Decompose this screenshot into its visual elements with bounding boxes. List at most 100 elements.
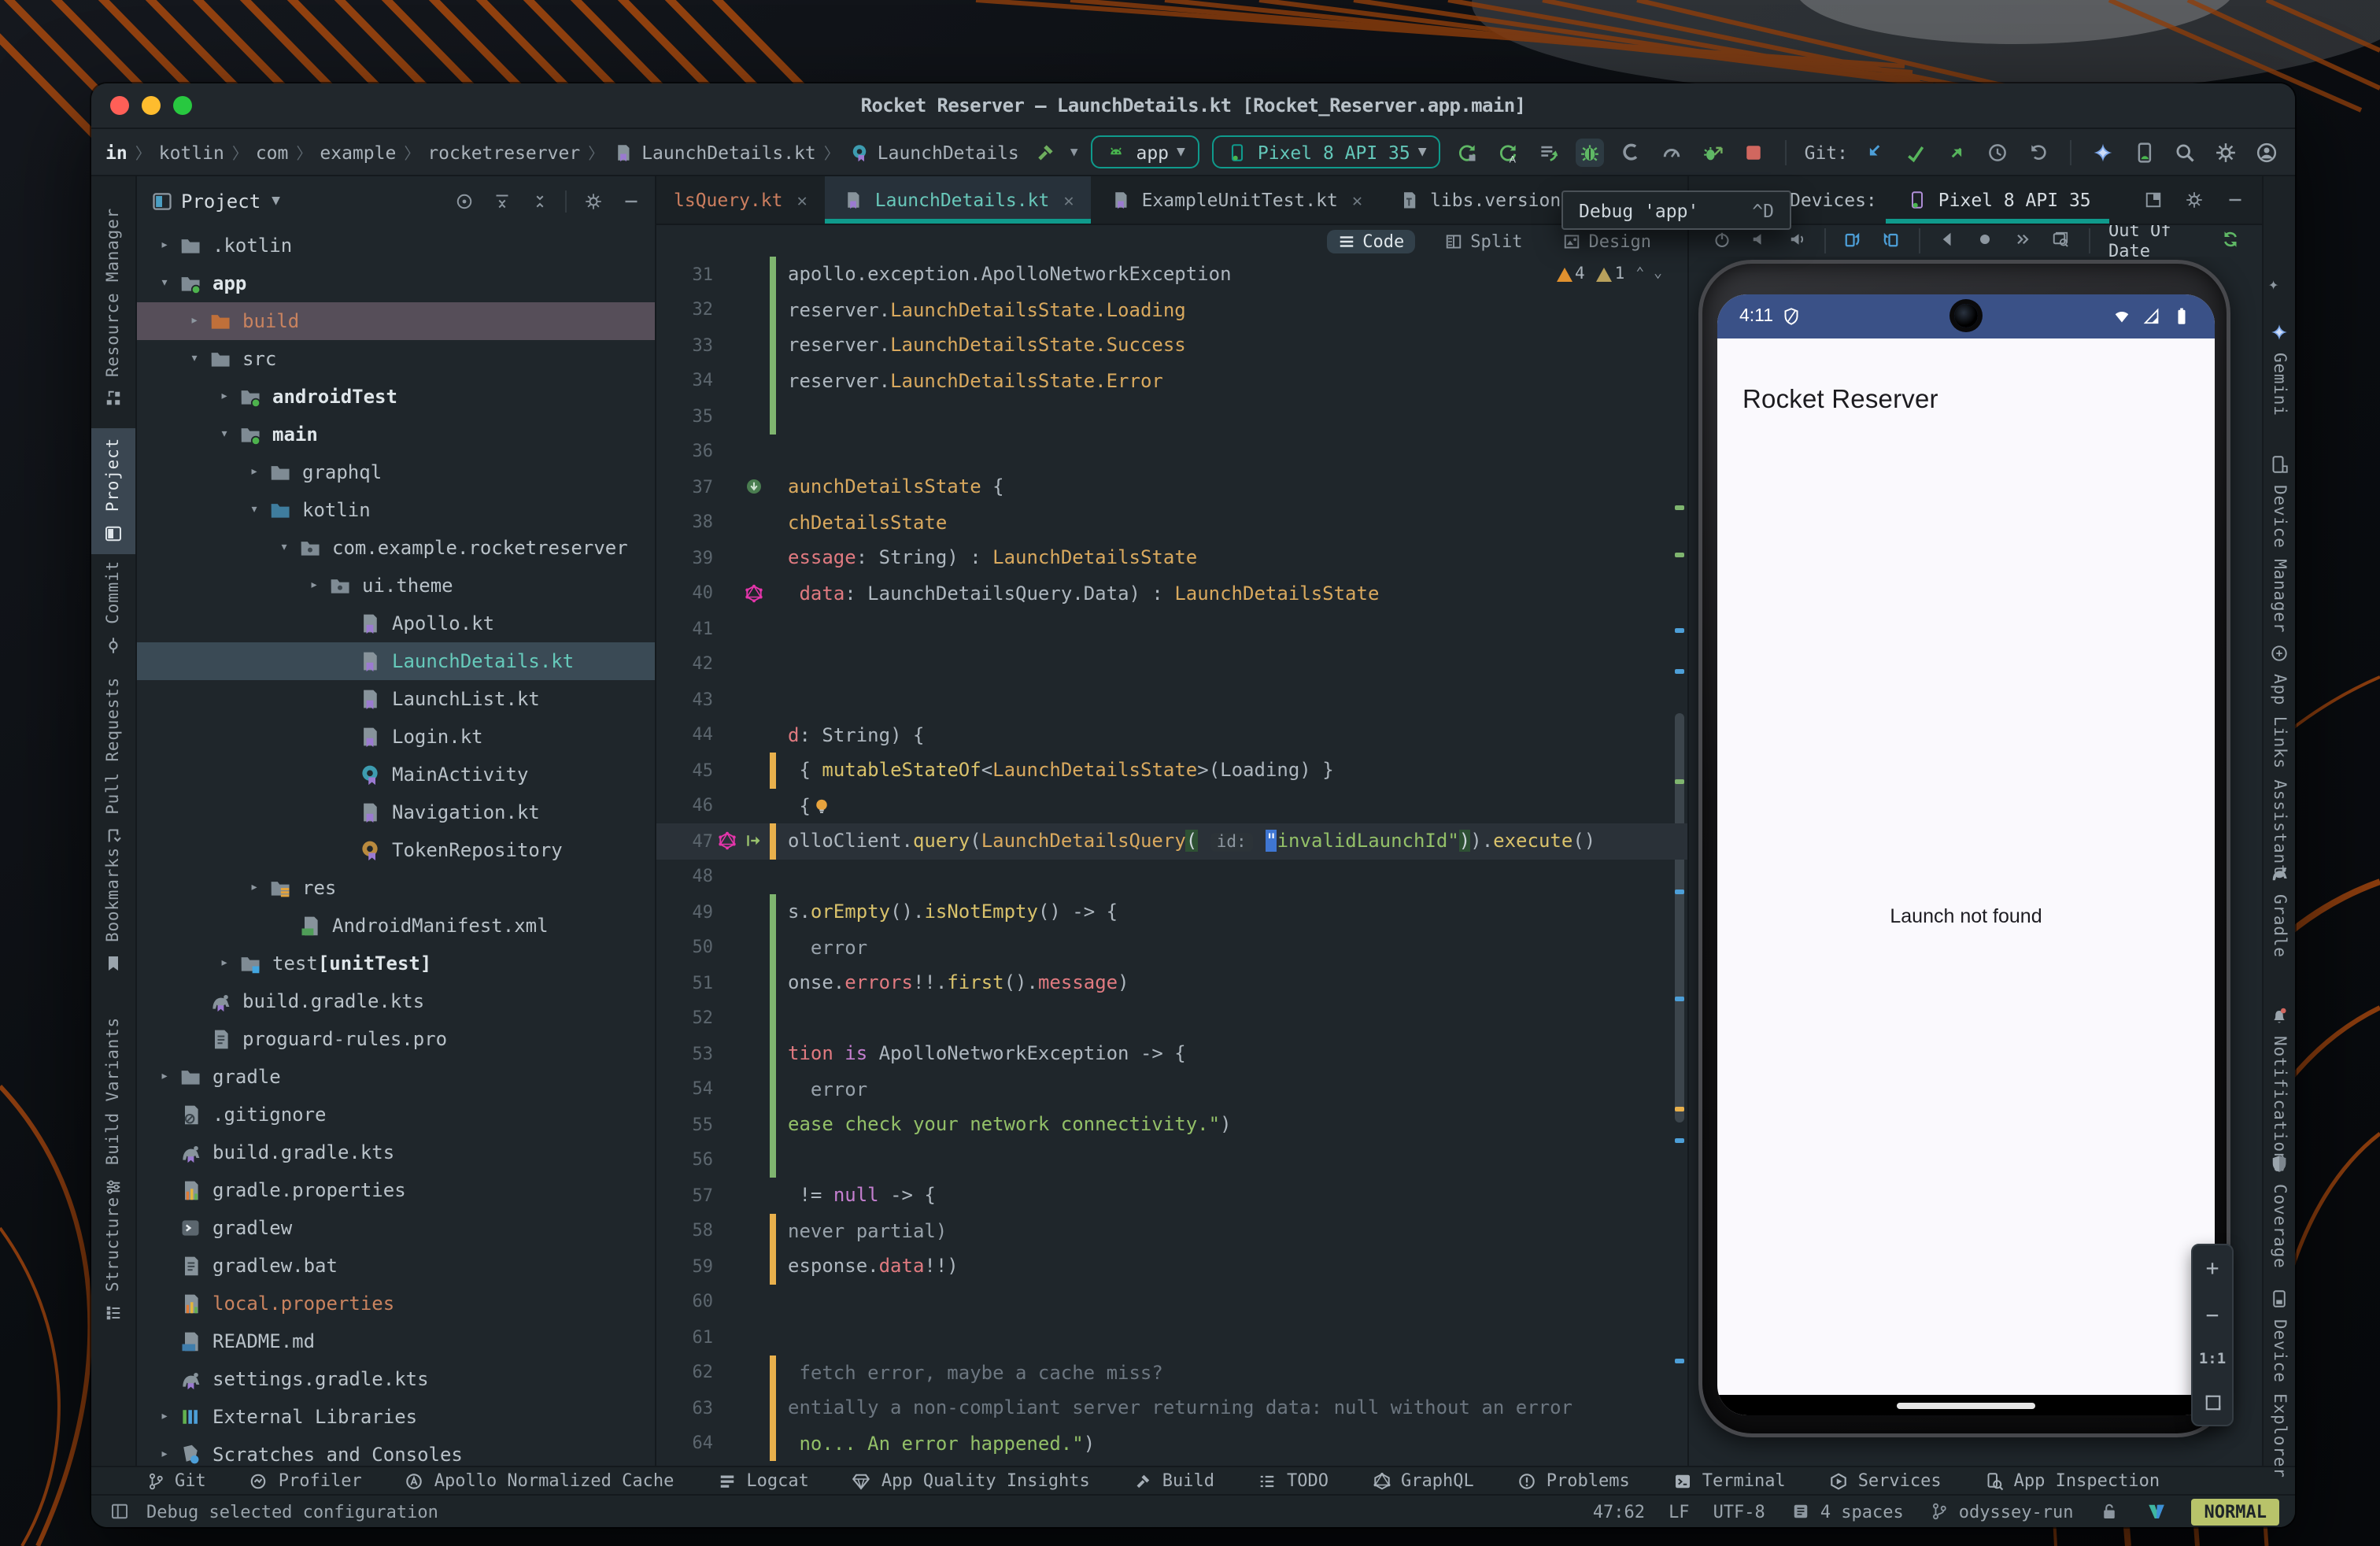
select-opened-file-icon[interactable]	[452, 189, 475, 213]
gemini-button[interactable]	[2089, 138, 2117, 166]
search-button[interactable]	[2171, 138, 2199, 166]
tree-item-gradlew.bat[interactable]: gradlew.bat	[137, 1247, 655, 1285]
project-panel-title[interactable]: Project	[181, 190, 261, 212]
account-button[interactable]	[2252, 138, 2281, 166]
tree-item-build[interactable]: ▸ build	[137, 302, 655, 340]
tree-collapsed-chevron[interactable]: ▸	[153, 1409, 176, 1425]
settings-button[interactable]	[2212, 138, 2240, 166]
options-gear-icon[interactable]	[581, 189, 604, 213]
layout-icon[interactable]	[107, 1500, 131, 1523]
tree-item-androidTest[interactable]: ▸ androidTest	[137, 378, 655, 416]
close-tab-icon[interactable]: ✕	[797, 190, 808, 210]
breadcrumb-item[interactable]: com	[256, 141, 289, 163]
toolwindow-apollo-normalized-cache[interactable]: Apollo Normalized Cache	[403, 1469, 674, 1492]
editor-tab-LaunchDetails.kt[interactable]: LaunchDetails.kt ✕	[824, 176, 1092, 224]
rotate-right-button[interactable]	[1879, 228, 1903, 254]
breadcrumb-item[interactable]: kotlin	[159, 141, 224, 163]
toolwindow-services[interactable]: Services	[1827, 1469, 1942, 1492]
tree-item-settings.gradle.kts[interactable]: settings.gradle.kts	[137, 1360, 655, 1398]
code-editor[interactable]: 4 1 ⌃ ⌄ 31 apollo.exception.ApolloNetwor…	[656, 257, 1687, 1466]
zoom-out-button[interactable]: −	[2206, 1304, 2219, 1329]
screenshot-button[interactable]	[2049, 228, 2072, 254]
tree-expanded-chevron[interactable]: ▾	[153, 276, 176, 291]
tree-item-Apollo.kt[interactable]: Apollo.kt	[137, 605, 655, 642]
tree-item-MainActivity[interactable]: MainActivity	[137, 756, 655, 793]
sync-button[interactable]	[2218, 228, 2241, 254]
stripe-device-manager[interactable]: Device Manager	[2264, 444, 2295, 641]
stripe-gradle[interactable]: Gradle	[2264, 853, 2295, 966]
breadcrumb-item[interactable]: example	[320, 141, 396, 163]
zoom-actual-button[interactable]: 1:1	[2199, 1351, 2226, 1368]
stripe-structure[interactable]: Structure	[91, 1187, 135, 1334]
tree-collapsed-chevron[interactable]: ▸	[302, 578, 326, 594]
stripe-gemini[interactable]: Gemini	[2264, 312, 2295, 424]
phone-screen[interactable]: 4:11 Rocket Reserver Launch not found	[1717, 294, 2215, 1415]
next-warning-icon[interactable]: ⌄	[1654, 266, 1662, 282]
new-window-icon[interactable]	[2141, 188, 2164, 212]
zoom-window-button[interactable]	[173, 96, 192, 115]
tree-item-build.gradle.kts[interactable]: build.gradle.kts	[137, 982, 655, 1020]
tree-item-graphql[interactable]: ▸ graphql	[137, 453, 655, 491]
view-mode-design[interactable]: Design	[1553, 229, 1663, 253]
vim-mode-badge[interactable]: NORMAL	[2191, 1498, 2279, 1525]
tree-item-app[interactable]: ▾ app	[137, 264, 655, 302]
tree-item-test[interactable]: ▸ test [unitTest]	[137, 945, 655, 982]
tree-item-TokenRepository[interactable]: TokenRepository	[137, 831, 655, 869]
profiler-button[interactable]	[1658, 138, 1687, 166]
stripe-project[interactable]: Project	[91, 428, 135, 555]
breadcrumb-item[interactable]: rocketreserver	[427, 141, 580, 163]
stripe-build-variants[interactable]: Build Variants	[91, 1008, 135, 1208]
apply-changes-button[interactable]: A	[1495, 138, 1523, 166]
git-push-button[interactable]	[1942, 138, 1971, 166]
toolwindow-todo[interactable]: TODO	[1255, 1469, 1329, 1492]
editor-tab-ExampleUnitTest.kt[interactable]: ExampleUnitTest.kt ✕	[1092, 176, 1380, 224]
toolwindow-app-quality-insights[interactable]: App Quality Insights	[850, 1469, 1090, 1492]
tree-collapsed-chevron[interactable]: ▸	[213, 389, 236, 405]
tree-item-res[interactable]: ▸ res	[137, 869, 655, 907]
tree-item-gradle[interactable]: ▸ gradle	[137, 1058, 655, 1096]
tree-item-README.md[interactable]: README.md	[137, 1322, 655, 1360]
attach-debugger-button[interactable]	[1699, 138, 1728, 166]
tree-item-gradle.properties[interactable]: gradle.properties	[137, 1171, 655, 1209]
toolwindow-graphql[interactable]: GraphQL	[1369, 1469, 1474, 1492]
tree-expanded-chevron[interactable]: ▾	[183, 351, 206, 367]
toolwindow-profiler[interactable]: Profiler	[247, 1469, 362, 1492]
zoom-in-button[interactable]: +	[2206, 1256, 2219, 1282]
tree-collapsed-chevron[interactable]: ▸	[153, 1447, 176, 1463]
tree-expanded-chevron[interactable]: ▾	[213, 427, 236, 442]
prev-warning-icon[interactable]: ⌃	[1635, 266, 1644, 282]
line-separator[interactable]: LF	[1669, 1501, 1690, 1522]
git-commit-button[interactable]	[1901, 138, 1930, 166]
view-mode-code[interactable]: Code	[1326, 229, 1416, 253]
hide-panel-icon[interactable]	[619, 189, 642, 213]
tree-expanded-chevron[interactable]: ▾	[272, 540, 296, 556]
hide-devices-icon[interactable]	[2223, 188, 2246, 212]
stop-button[interactable]	[1740, 138, 1768, 166]
rotate-left-button[interactable]	[1842, 228, 1865, 254]
tree-item-gradlew[interactable]: gradlew	[137, 1209, 655, 1247]
inspection-widget[interactable]: 4 1 ⌃ ⌄	[1556, 264, 1662, 283]
nav-handle[interactable]	[1897, 1403, 2035, 1409]
breadcrumb-item[interactable]: in	[105, 141, 128, 163]
editor-tab-lsQuery.kt[interactable]: lsQuery.kt ✕	[656, 176, 825, 224]
git-update-button[interactable]	[1861, 138, 1889, 166]
git-rollback-button[interactable]	[2024, 138, 2053, 166]
chevron-down-icon[interactable]: ▼	[1070, 145, 1078, 159]
tree-collapsed-chevron[interactable]: ▸	[153, 1069, 176, 1085]
file-encoding[interactable]: UTF-8	[1713, 1501, 1765, 1522]
close-tab-icon[interactable]: ✕	[1352, 190, 1362, 210]
volume-up-button[interactable]	[1785, 228, 1809, 254]
breadcrumb-item[interactable]: LaunchDetails.kt	[612, 140, 816, 164]
devices-gear-icon[interactable]	[2182, 188, 2205, 212]
stripe-app-links-assistant[interactable]: App Links Assistant	[2264, 633, 2295, 882]
tree-item-.kotlin[interactable]: ▸ .kotlin	[137, 227, 655, 264]
tree-item-build.gradle.kts[interactable]: build.gradle.kts	[137, 1134, 655, 1171]
tree-expanded-chevron[interactable]: ▾	[242, 502, 266, 518]
mirror-device-button[interactable]	[2130, 138, 2158, 166]
breadcrumb-item[interactable]: LaunchDetails	[848, 140, 1019, 164]
debug-button[interactable]	[1576, 138, 1605, 166]
toolwindow-app-inspection[interactable]: App Inspection	[1983, 1469, 2160, 1492]
rerun-button[interactable]	[1454, 138, 1482, 166]
tree-item-.gitignore[interactable]: .gitignore	[137, 1096, 655, 1134]
minimize-window-button[interactable]	[142, 96, 161, 115]
